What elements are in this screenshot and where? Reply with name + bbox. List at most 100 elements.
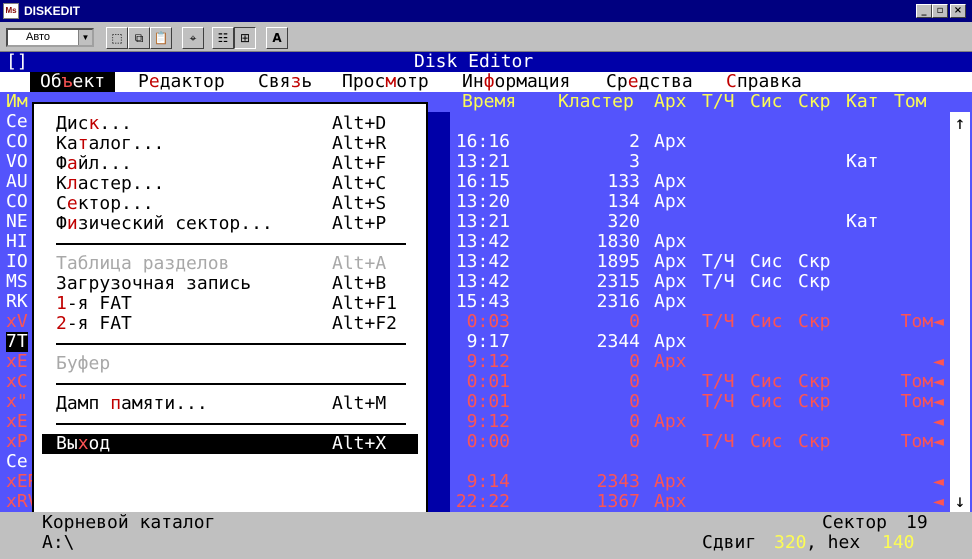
row-name: xE xyxy=(6,351,28,372)
dropdown-label-pre: Таблица разделов xyxy=(56,253,230,274)
menu-7[interactable]: Справка xyxy=(716,72,812,92)
app-icon[interactable]: Ms xyxy=(3,3,19,19)
menu-label-post: ормация xyxy=(494,71,571,92)
background-icon[interactable]: ⊞ xyxy=(234,27,256,49)
menu-hotkey: С xyxy=(726,71,737,92)
dropdown-item-label: Буфер xyxy=(56,354,110,374)
menu-4[interactable]: Просмотр xyxy=(332,72,439,92)
close-button[interactable]: × xyxy=(950,4,966,18)
row-name: AU xyxy=(6,171,28,192)
dropdown-hotkey: 2 xyxy=(56,313,67,334)
dropdown-label-pre: Дамп xyxy=(56,393,111,414)
dropdown-item-2[interactable]: Файл... Alt+F xyxy=(42,154,418,174)
dropdown-item-7: Таблица разделов Alt+A xyxy=(42,254,418,274)
dropdown-item-1[interactable]: Каталог... Alt+R xyxy=(42,134,418,154)
menu-separator xyxy=(56,423,406,425)
row-dir: Кат xyxy=(846,211,879,232)
menu-hotkey: ф xyxy=(483,71,495,92)
menu-5[interactable]: Информация xyxy=(452,72,580,92)
menu-label-pre: Ин xyxy=(462,71,484,92)
dropdown-hotkey: а xyxy=(66,153,78,174)
menu-3[interactable]: Связь xyxy=(248,72,322,92)
vertical-scrollbar[interactable]: ↑ ↓ xyxy=(950,112,970,514)
dropdown-label-pre: Загрузочная запись xyxy=(56,273,252,294)
dropdown-item-4[interactable]: Сектор... Alt+S xyxy=(42,194,418,214)
console-screen[interactable]: [] Disk Editor Объект Редактор Связь Просмо… xyxy=(0,52,972,559)
header-dir[interactable]: Кат xyxy=(846,92,879,112)
row-name: xE xyxy=(6,411,28,432)
header-sys[interactable]: Сис xyxy=(750,92,783,112)
row-ro: Т/Ч xyxy=(702,251,735,272)
header-arch[interactable]: Арх xyxy=(654,92,687,112)
dropdown-item-0[interactable]: Диск... Alt+D xyxy=(42,114,418,134)
row-cluster: 0 xyxy=(629,411,640,432)
status-offset-value: 320 xyxy=(774,532,807,553)
dropdown-item-9[interactable]: 1-я FAT Alt+F1 xyxy=(42,294,418,314)
header-ro[interactable]: Т/Ч xyxy=(702,92,735,112)
dropdown-label-pre: Вы xyxy=(56,433,78,454)
menu-hotkey: е xyxy=(627,71,639,92)
chevron-down-icon[interactable]: ▼ xyxy=(78,30,92,45)
row-cluster: 2344 xyxy=(596,331,640,352)
dropdown-shortcut: Alt+F xyxy=(332,153,387,174)
menu-6[interactable]: Средства xyxy=(596,72,703,92)
paste-icon[interactable]: 📋 xyxy=(150,27,172,49)
dropdown-item-10[interactable]: 2-я FAT Alt+F2 xyxy=(42,314,418,334)
dropdown-shortcut: Alt+F1 xyxy=(332,293,398,314)
dropdown-item-8[interactable]: Загрузочная запись Alt+B xyxy=(42,274,418,294)
header-cluster[interactable]: Кластер xyxy=(558,92,634,112)
row-cluster: 0 xyxy=(629,371,640,392)
dropdown-hotkey: т xyxy=(77,133,89,154)
row-arch: Арх xyxy=(654,131,687,152)
scroll-up-icon[interactable]: ↑ xyxy=(950,114,970,134)
row-arch: Арх xyxy=(654,231,687,252)
dropdown-label-pre: Ф xyxy=(56,153,67,174)
dropdown-shortcut: Alt+X xyxy=(332,433,387,454)
status-path: A:\ xyxy=(42,532,75,553)
properties-icon[interactable]: ☷ xyxy=(212,27,234,49)
row-name: IO xyxy=(6,251,28,272)
row-arch: Арх xyxy=(654,411,687,432)
window-title-bar[interactable]: Ms DISKEDIT _ ▫ × xyxy=(0,0,972,22)
menu-label-pre: Об xyxy=(40,71,62,92)
dropdown-item-label: Кластер... xyxy=(56,174,164,194)
dropdown-shortcut: Alt+S xyxy=(332,193,387,214)
row-hid: Скр xyxy=(798,391,831,412)
row-vol: ◄ xyxy=(933,411,944,432)
row-hid: Скр xyxy=(798,271,831,292)
font-icon[interactable]: A xyxy=(266,27,288,49)
scroll-down-icon[interactable]: ↓ xyxy=(950,492,970,512)
dropdown-label-post: -я FAT xyxy=(66,313,132,334)
dropdown-item-3[interactable]: Кластер... Alt+C xyxy=(42,174,418,194)
header-time[interactable]: Время xyxy=(462,92,516,112)
dropdown-label-post: зический сектор... xyxy=(77,213,273,234)
row-name: xP xyxy=(6,431,28,452)
maximize-button[interactable]: ▫ xyxy=(932,4,948,18)
header-vol[interactable]: Том xyxy=(894,92,927,112)
header-hid[interactable]: Скр xyxy=(798,92,831,112)
dropdown-item-label: Каталог... xyxy=(56,134,164,154)
dropdown-item-12: Буфер xyxy=(42,354,418,374)
dropdown-shortcut: Alt+D xyxy=(332,113,387,134)
mark-icon[interactable]: ⬚ xyxy=(106,27,128,49)
row-name: NE xyxy=(6,211,28,232)
dropdown-item-16[interactable]: Выход Alt+X xyxy=(42,434,418,454)
row-name: CO xyxy=(6,191,28,212)
font-size-select[interactable]: Авто ▼ xyxy=(6,28,94,47)
menu-1[interactable]: Объект xyxy=(30,71,116,92)
row-name: Се xyxy=(6,111,28,132)
dropdown-label-pre: Буфер xyxy=(56,353,111,374)
dropdown-item-5[interactable]: Физический сектор... Alt+P xyxy=(42,214,418,234)
dropdown-item-14[interactable]: Дамп памяти... Alt+M xyxy=(42,394,418,414)
dropdown-hotkey: л xyxy=(66,173,78,194)
row-vol: Том◄ xyxy=(900,371,944,392)
menu-2[interactable]: Редактор xyxy=(128,72,235,92)
header-name[interactable]: Им xyxy=(6,92,28,112)
copy-icon[interactable]: ⧉ xyxy=(128,27,150,49)
status-location: Корневой каталог xyxy=(42,512,216,533)
row-sys: Сис xyxy=(750,431,783,452)
system-menu-box[interactable]: [] xyxy=(6,52,30,72)
fullscreen-icon[interactable]: ⌖ xyxy=(182,27,204,49)
minimize-button[interactable]: _ xyxy=(916,4,932,18)
window-title: DISKEDIT xyxy=(24,4,81,18)
